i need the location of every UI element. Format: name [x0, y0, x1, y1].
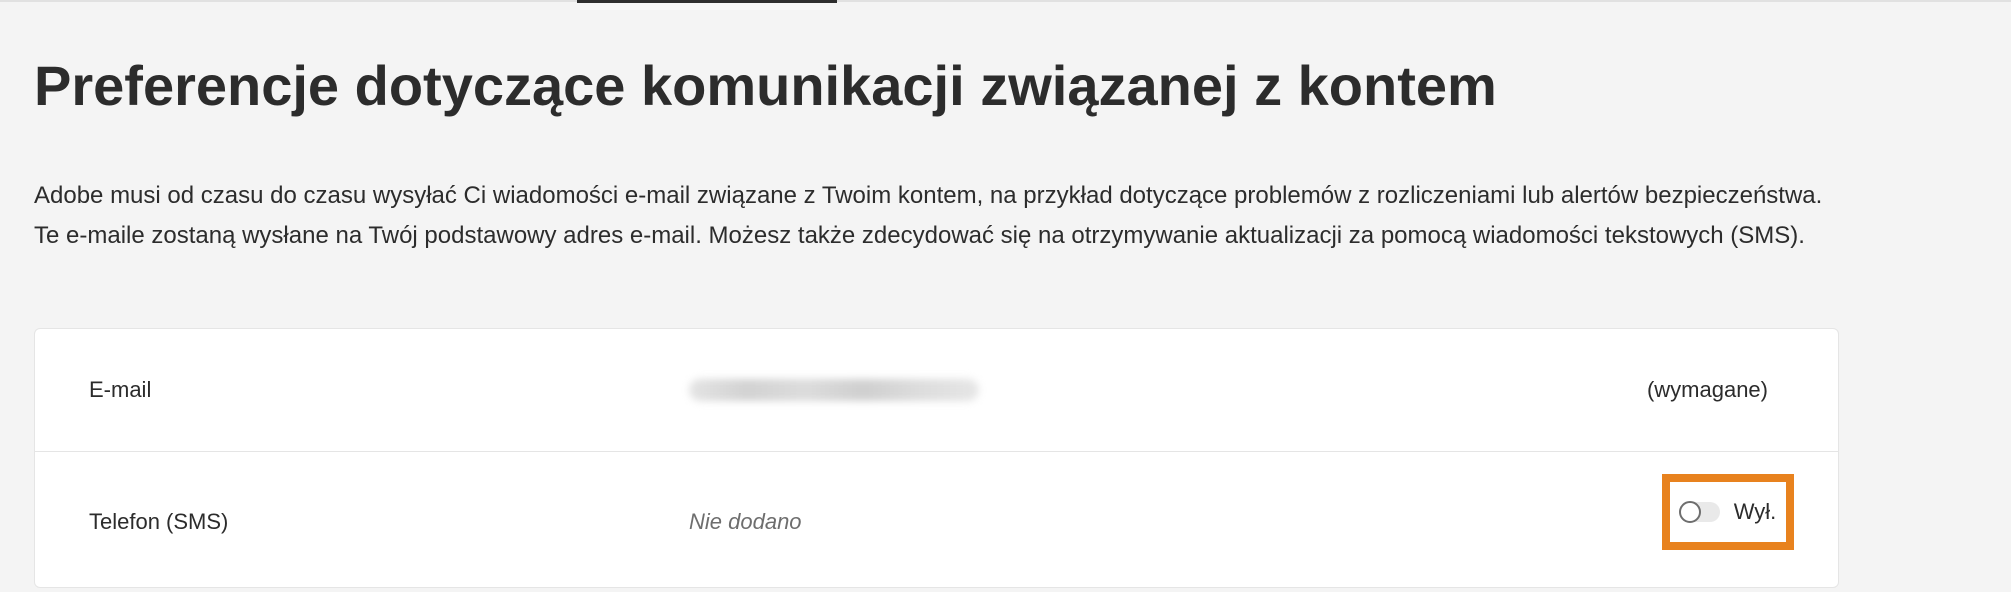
sms-toggle-highlight: Wył. — [1662, 474, 1794, 550]
email-address-redacted — [689, 379, 979, 401]
tab-bar-border — [0, 0, 2011, 2]
phone-value: Nie dodano — [689, 509, 802, 534]
email-row: E-mail (wymagane) — [35, 329, 1838, 451]
sms-toggle-switch[interactable] — [1678, 501, 1720, 523]
phone-row: Telefon (SMS) Nie dodano Wył. — [35, 451, 1838, 592]
email-label: E-mail — [89, 377, 152, 402]
toggle-knob — [1678, 501, 1701, 523]
page-title: Preferencje dotyczące komunikacji związa… — [34, 54, 1497, 117]
email-required-note: (wymagane) — [1646, 377, 1768, 402]
sms-toggle-label[interactable]: Wył. — [1734, 499, 1777, 525]
communication-preferences-card: E-mail (wymagane) Telefon (SMS) Nie doda… — [34, 328, 1839, 588]
page-description: Adobe musi od czasu do czasu wysyłać Ci … — [34, 182, 1823, 249]
phone-label: Telefon (SMS) — [89, 509, 229, 534]
active-tab-indicator — [577, 0, 837, 3]
